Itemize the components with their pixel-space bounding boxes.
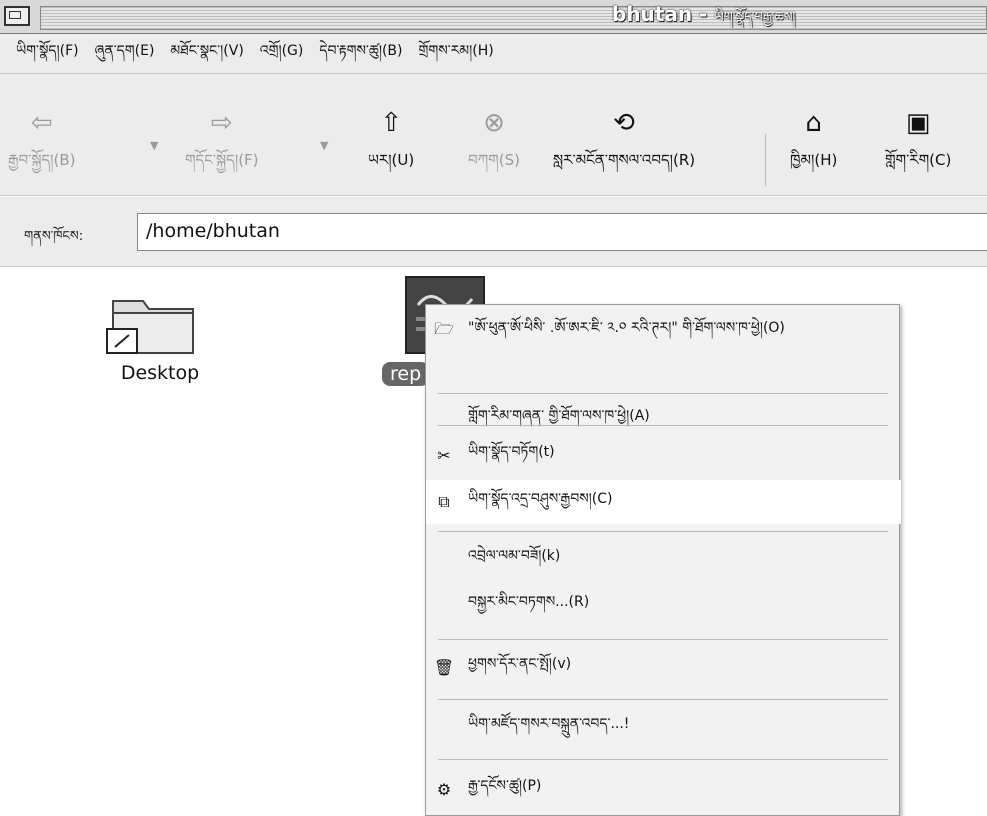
up-button[interactable]: ⇧ ཡར།(U): [368, 108, 414, 186]
cut-label: ཡིག་སྣོད་བཏོག(t): [468, 444, 555, 460]
up-label: ཡར།(U): [368, 151, 415, 169]
scissors-icon: ✂: [437, 445, 451, 465]
trash-icon: 🗑: [433, 657, 455, 677]
forward-button[interactable]: ⇨ གདོང་སྐྱོད།(F): [185, 108, 259, 186]
back-button[interactable]: ⇦ རྒྱབ་སྐྱོད།(B): [8, 108, 75, 186]
desktop-folder-icon[interactable]: [105, 289, 200, 359]
window-title-main: bhutan -: [612, 2, 708, 26]
copy-icon: ⧉: [438, 492, 450, 511]
up-arrow-icon: ⇧: [380, 108, 403, 138]
open-with-default-label: "ཨོ་ཕུན་ཨོ་ཕིསི་ .ཨོ་ཨར་ཇི་ ༢.༠ རའི་ཊར།"…: [468, 320, 785, 336]
menu-go[interactable]: འགྲོ།(G): [252, 34, 312, 74]
back-label: རྒྱབ་སྐྱོད།(B): [8, 151, 76, 169]
home-button[interactable]: ⌂ ཁྱིམ།(H): [790, 108, 837, 186]
toolbar: ⇦ རྒྱབ་སྐྱོད།(B) ▼ ⇨ གདོང་སྐྱོད།(F) ▼ ⇧ …: [0, 74, 987, 196]
menu-bar: ཡིག་སྣོད།(F) ཞུན་དག(E) མཐོང་སྣང་།(V) འགྲ…: [0, 34, 987, 74]
forward-history-dropdown[interactable]: ▼: [320, 139, 328, 152]
home-icon: ⌂: [805, 108, 822, 138]
open-with-default-item[interactable]: 🗁 "ཨོ་ཕུན་ཨོ་ཕིསི་ .ཨོ་ཨར་ཇི་ ༢.༠ རའི་ཊར…: [426, 309, 901, 353]
create-archive-item[interactable]: ཡིག་མཛོད་གསར་བསྐྲུན་འབད་...!: [426, 705, 901, 749]
rename-label: བསྐྱར་མིང་བཏགས...(R): [468, 594, 590, 610]
report-label[interactable]: rep: [382, 362, 430, 386]
computer-label: གློག་རིག(C): [885, 151, 952, 169]
context-menu: 🗁 "ཨོ་ཕུན་ཨོ་ཕིསི་ .ཨོ་ཨར་ཇི་ ༢.༠ རའི་ཊར…: [425, 304, 901, 816]
toolbar-separator: [765, 134, 766, 186]
menu-separator: [438, 393, 888, 394]
reload-label: སླར་མངོན་གསལ་འབད།(R): [553, 151, 696, 169]
move-to-trash-item[interactable]: 🗑 ཕྱགས་དོར་ནང་སྤོ།(v): [426, 645, 901, 689]
make-link-item[interactable]: འབྲེལ་ལམ་བཟོ།(k): [426, 537, 901, 581]
menu-bookmarks[interactable]: དེབ་རྟགས་ཚུ།(B): [311, 34, 410, 74]
computer-button[interactable]: ▣ གློག་རིག(C): [885, 108, 951, 186]
menu-help[interactable]: གྲོགས་རམ།(H): [410, 34, 501, 74]
stop-button[interactable]: ⊗ བཀག(S): [468, 108, 520, 186]
cut-item[interactable]: ✂ ཡིག་སྣོད་བཏོག(t): [426, 433, 901, 477]
make-link-label: འབྲེལ་ལམ་བཟོ།(k): [468, 548, 561, 564]
menu-separator: [438, 699, 888, 700]
computer-icon: ▣: [905, 108, 931, 138]
menu-edit[interactable]: ཞུན་དག(E): [87, 34, 163, 74]
move-to-trash-label: ཕྱགས་དོར་ནང་སྤོ།(v): [468, 656, 572, 672]
menu-file[interactable]: ཡིག་སྣོད།(F): [8, 34, 87, 74]
window-title-sub: ཡིག་སྣོད་བརྒྱ་ཆས།: [714, 10, 796, 25]
home-label: ཁྱིམ།(H): [790, 151, 838, 169]
desktop-label[interactable]: Desktop: [100, 362, 220, 384]
menu-separator: [438, 759, 888, 760]
stop-icon: ⊗: [483, 108, 505, 138]
menu-separator: [438, 531, 888, 532]
properties-label: རྒྱ་དངོས་ཚུ།(P): [468, 778, 542, 794]
rename-item[interactable]: བསྐྱར་མིང་བཏགས...(R): [426, 583, 901, 627]
window-menu-icon[interactable]: [4, 6, 30, 26]
forward-arrow-icon: ⇨: [210, 108, 233, 138]
menu-separator: [438, 639, 888, 640]
location-label: གནས་ཁོངས:: [24, 229, 84, 244]
location-input[interactable]: /home/bhutan: [137, 213, 987, 251]
menu-view[interactable]: མཐོང་སྣང་།(V): [162, 34, 251, 74]
copy-item[interactable]: ⧉ ཡིག་སྣོད་འདྲ་བཤུས་རྒྱབས།(C): [426, 480, 901, 524]
back-history-dropdown[interactable]: ▼: [150, 139, 158, 152]
title-bar: [0, 0, 987, 34]
location-bar: གནས་ཁོངས: /home/bhutan: [0, 197, 987, 267]
reload-button[interactable]: ⟲ སླར་མངོན་གསལ་འབད།(R): [553, 108, 695, 186]
properties-item[interactable]: ⚙ རྒྱ་དངོས་ཚུ།(P): [426, 767, 901, 811]
copy-label: ཡིག་སྣོད་འདྲ་བཤུས་རྒྱབས།(C): [468, 491, 613, 507]
create-archive-label: ཡིག་མཛོད་གསར་བསྐྲུན་འབད་...!: [468, 716, 630, 732]
open-folder-icon: 🗁: [434, 318, 454, 338]
forward-label: གདོང་སྐྱོད།(F): [185, 151, 259, 169]
properties-icon: ⚙: [436, 779, 452, 799]
title-bar-stripes[interactable]: [40, 6, 987, 30]
back-arrow-icon: ⇦: [30, 108, 53, 138]
reload-icon: ⟲: [613, 108, 635, 138]
stop-label: བཀག(S): [468, 151, 520, 169]
menu-separator: [438, 425, 888, 426]
